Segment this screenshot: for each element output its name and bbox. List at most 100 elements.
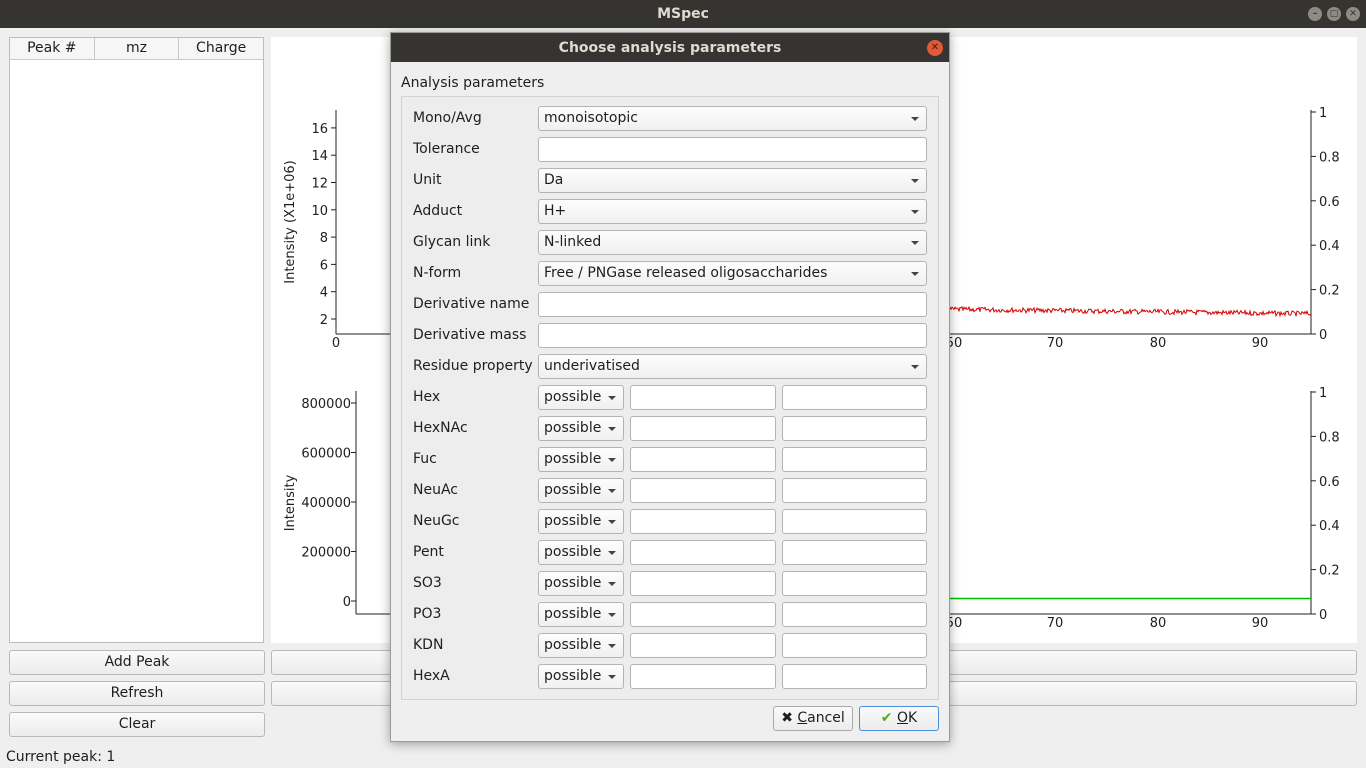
add-peak-button[interactable]: Add Peak [9,650,265,675]
tick-label: 400000 [301,496,351,511]
residue-max-po3[interactable] [782,602,927,627]
residue-min-hexnac[interactable] [630,416,776,441]
tick-label: 0.6 [1319,195,1340,210]
residue-select-fuc[interactable]: possible [538,447,624,472]
residue-label-neugc: NeuGc [413,513,460,529]
residue-select-hexa[interactable]: possible [538,664,624,689]
column-header-mz[interactable]: mz [95,38,180,59]
refresh-button[interactable]: Refresh [9,681,265,706]
analysis-parameters-dialog[interactable]: Choose analysis parameters ✕ Analysis pa… [390,32,950,742]
chevron-down-icon [608,675,616,679]
residue-max-fuc[interactable] [782,447,927,472]
residue-select-po3[interactable]: possible [538,602,624,627]
close-window-icon[interactable]: ✕ [1346,7,1360,21]
residue-option-neuac: possible [544,482,602,498]
residue-select-so3[interactable]: possible [538,571,624,596]
mono-avg-value: monoisotopic [544,110,638,126]
dialog-titlebar: Choose analysis parameters ✕ [391,33,949,62]
tick-label: 1 [1319,386,1327,401]
tick-label: 0.6 [1319,475,1340,490]
residue-max-pent[interactable] [782,540,927,565]
residue-select-neugc[interactable]: possible [538,509,624,534]
residue-select-pent[interactable]: possible [538,540,624,565]
n-form-select[interactable]: Free / PNGase released oligosaccharides [538,261,927,286]
derivative-name-input[interactable] [538,292,927,317]
residue-max-neugc[interactable] [782,509,927,534]
window-titlebar: MSpec – □ ✕ [0,0,1366,28]
residue-min-neugc[interactable] [630,509,776,534]
residue-min-kdn[interactable] [630,633,776,658]
residue-option-fuc: possible [544,451,602,467]
peak-table[interactable]: Peak # mz Charge [9,37,264,643]
residue-min-fuc[interactable] [630,447,776,472]
minimize-icon[interactable]: – [1308,7,1322,21]
column-header-peak[interactable]: Peak # [10,38,95,59]
mono-avg-select[interactable]: monoisotopic [538,106,927,131]
cancel-x-icon: ✖ [781,710,793,726]
residue-option-neugc: possible [544,513,602,529]
chevron-down-icon [911,117,919,121]
tick-label: 80 [1150,336,1167,351]
n-form-label: N-form [413,265,462,281]
maximize-icon[interactable]: □ [1327,7,1341,21]
chevron-down-icon [911,241,919,245]
residue-label-neuac: NeuAc [413,482,458,498]
derivative-mass-input[interactable] [538,323,927,348]
tick-label: 1 [1319,106,1327,121]
chevron-down-icon [608,582,616,586]
unit-label: Unit [413,172,442,188]
residue-option-hexnac: possible [544,420,602,436]
glycan-link-label: Glycan link [413,234,491,250]
glycan-link-value: N-linked [544,234,602,250]
residue-select-hex[interactable]: possible [538,385,624,410]
residue-max-hexnac[interactable] [782,416,927,441]
residue-min-pent[interactable] [630,540,776,565]
chevron-down-icon [911,210,919,214]
residue-select-kdn[interactable]: possible [538,633,624,658]
tick-label: 14 [311,149,328,164]
chevron-down-icon [608,489,616,493]
adduct-label: Adduct [413,203,463,219]
residue-max-hexa[interactable] [782,664,927,689]
residue-max-kdn[interactable] [782,633,927,658]
column-header-charge[interactable]: Charge [179,38,263,59]
clear-button[interactable]: Clear [9,712,265,737]
top-right-ticks: 0 0.2 0.4 0.6 0.8 1 [1311,106,1340,343]
tick-label: 70 [1047,616,1064,631]
dialog-close-icon[interactable]: ✕ [927,40,943,56]
residue-label-hexnac: HexNAc [413,420,468,436]
ok-button[interactable]: ✔ OK [859,706,939,731]
tick-label: 12 [311,177,328,192]
tick-label: 0 [1319,608,1327,623]
unit-value: Da [544,172,564,188]
residue-property-value: underivatised [544,358,640,374]
adduct-select[interactable]: H+ [538,199,927,224]
current-peak-status: Current peak: 1 [6,749,116,765]
cancel-button[interactable]: ✖ Cancel [773,706,853,731]
residue-min-po3[interactable] [630,602,776,627]
residue-max-hex[interactable] [782,385,927,410]
residue-option-kdn: possible [544,637,602,653]
residue-select-neuac[interactable]: possible [538,478,624,503]
residue-min-hex[interactable] [630,385,776,410]
residue-min-hexa[interactable] [630,664,776,689]
cancel-mnemonic: C [797,710,808,726]
residue-property-select[interactable]: underivatised [538,354,927,379]
tolerance-input[interactable] [538,137,927,162]
residue-select-hexnac[interactable]: possible [538,416,624,441]
residue-label-hexa: HexA [413,668,450,684]
residue-max-neuac[interactable] [782,478,927,503]
tick-label: 0.2 [1319,564,1340,579]
residue-option-hexa: possible [544,668,602,684]
tick-label: 80 [1150,616,1167,631]
residue-min-so3[interactable] [630,571,776,596]
unit-select[interactable]: Da [538,168,927,193]
chevron-down-icon [608,613,616,617]
glycan-link-select[interactable]: N-linked [538,230,927,255]
residue-max-so3[interactable] [782,571,927,596]
tick-label: 0.4 [1319,519,1340,534]
residue-option-so3: possible [544,575,602,591]
bottom-right-ticks: 0 0.2 0.4 0.6 0.8 1 [1311,386,1340,623]
residue-min-neuac[interactable] [630,478,776,503]
residue-label-fuc: Fuc [413,451,437,467]
